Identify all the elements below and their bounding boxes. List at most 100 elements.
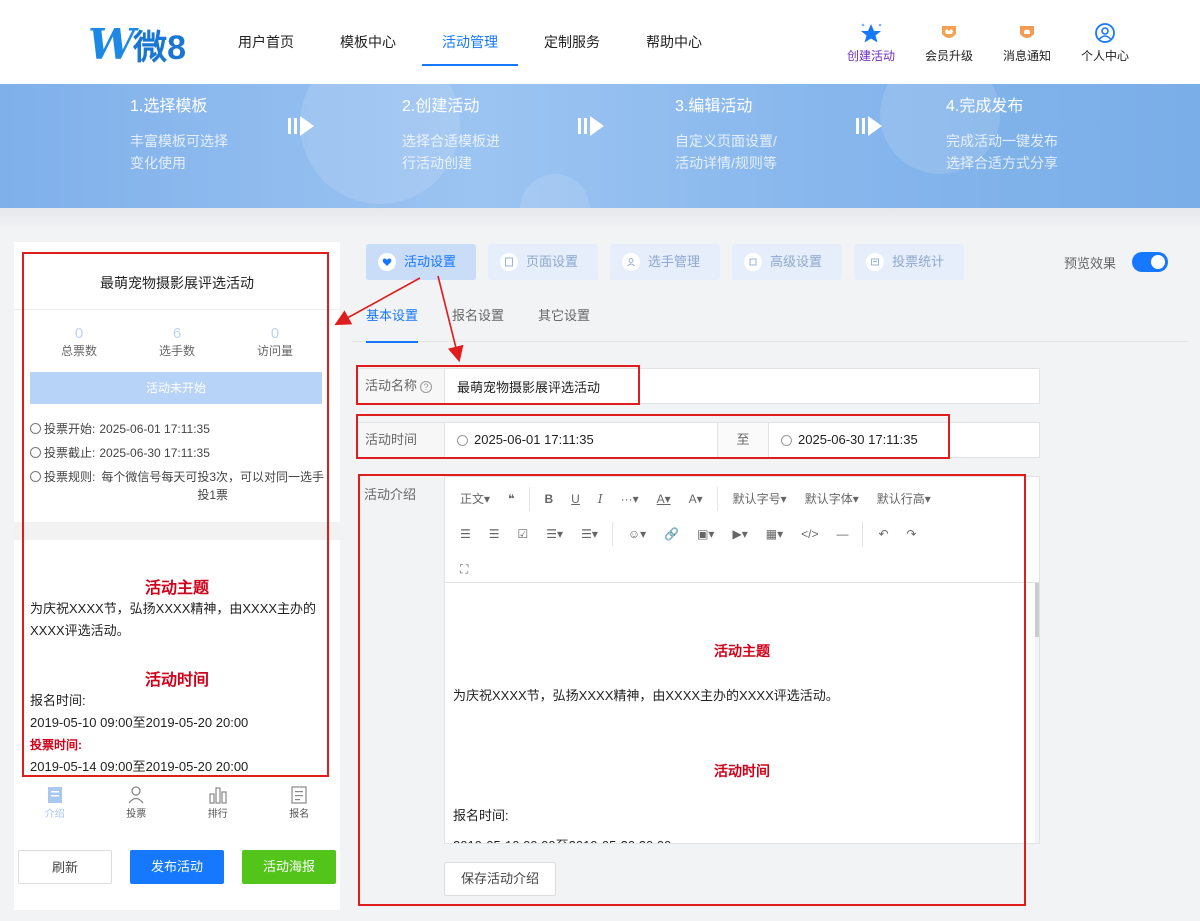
table-button[interactable]: ▦▾ [757,522,792,546]
heart-icon [378,253,396,271]
stat-label: 访问量 [256,344,293,358]
stat-value: 6 [172,325,182,342]
notifications-button[interactable]: 消息通知 [988,22,1066,64]
fullscreen-button[interactable]: ⛶ [451,557,477,581]
activity-name-input[interactable] [457,375,1017,397]
divider [14,522,340,540]
start-time-input[interactable]: 2025-06-01 17:11:35 [457,423,594,457]
divider-button[interactable]: — [827,521,864,546]
editor-content[interactable]: 活动主题 为庆祝XXXX节，弘扬XXXX精神，由XXXX主办的XXXX评选活动。… [445,583,1039,843]
paragraph-format-button[interactable]: 正文▾ [451,487,499,511]
tab-vote[interactable]: 投票 [106,782,166,828]
tab-signup[interactable]: 报名 [269,782,329,828]
logo-text: 微8 [133,28,187,67]
tab-vote-stats[interactable]: 投票统计 [854,244,965,280]
font-color-button[interactable]: A▾ [648,487,680,511]
editor-signup-time: 2019-05-10 09:00至2019-05-20 20:00 [453,835,671,843]
nav-templates[interactable]: 模板中心 [320,0,416,84]
step-desc-1: 丰富模板可选择 [130,133,228,149]
arrow-right-icon [578,116,604,136]
status-banner: 活动未开始 [30,372,322,404]
tab-activity-settings[interactable]: 活动设置 [366,244,477,280]
tab-rank[interactable]: 排行 [188,782,248,828]
preview-toggle[interactable] [1132,252,1168,272]
stat-visits: 0 访问量 [226,326,324,360]
doc-icon [25,785,85,805]
numbered-list-button[interactable]: ☰ [480,522,509,546]
editor-scrollbar[interactable] [1035,583,1039,843]
personal-center-label: 个人中心 [1080,49,1129,63]
todo-button[interactable]: ☑ [509,522,538,546]
step-3: 3.编辑活动 自定义页面设置/ 活动详情/规则等 [675,92,777,174]
editor-theme-text: 为庆祝XXXX节，弘扬XXXX精神，由XXXX主办的XXXX评选活动。 [453,688,839,703]
subtab-other[interactable]: 其它设置 [538,290,590,342]
settings-icon [744,253,763,271]
quote-button[interactable]: ❝ [499,486,530,511]
preview-label: 预览效果 [1063,255,1116,271]
end-time-value: 2025-06-30 17:11:35 [798,432,918,447]
tab-advanced-settings[interactable]: 高级设置 [732,244,843,280]
theme-text: 为庆祝XXXX节，弘扬XXXX精神，由XXXX主办的XXXX评选活动。 [30,601,317,638]
publish-button[interactable]: 发布活动 [130,850,224,884]
end-time-input[interactable]: 2025-06-30 17:11:35 [781,423,918,457]
member-upgrade-button[interactable]: 会员升级 [910,22,988,64]
personal-center-button[interactable]: 个人中心 [1066,22,1144,64]
underline-button[interactable]: U [562,487,589,511]
font-size-select[interactable]: 默认字号▾ [724,487,796,511]
bold-button[interactable]: B [536,487,563,511]
link-button[interactable]: 🔗 [655,522,688,546]
emoji-button[interactable]: ☺▾ [619,522,655,546]
help-icon[interactable]: ? [420,381,433,393]
refresh-button[interactable]: 刷新 [18,850,112,884]
more-button[interactable]: ···▾ [612,487,648,511]
editor-toolbar: 正文▾ ❝ B U I ···▾ A▾ A▾ 默认字号▾ 默认字体▾ 默认行高▾… [445,477,1039,583]
italic-button[interactable]: I [589,487,612,511]
activity-intro-row: 活动介绍 正文▾ ❝ B U I ···▾ A▾ A▾ 默认字号▾ 默认字体▾ … [356,476,1040,896]
redo-button[interactable]: ↷ [898,522,926,546]
video-button[interactable]: ▶▾ [723,522,756,546]
vote-start-value: 2025-06-01 17:11:35 [99,422,210,436]
nav-activity-manage[interactable]: 活动管理 [422,0,518,84]
logo[interactable]: W 微8 [88,20,187,69]
step-4: 4.完成发布 完成活动一键发布 选择合适方式分享 [946,92,1058,174]
step-1: 1.选择模板 丰富模板可选择 变化使用 [130,92,228,174]
banner-shadow [0,208,1200,228]
poster-button[interactable]: 活动海报 [242,850,336,884]
top-header: W 微8 用户首页 模板中心 活动管理 定制服务 帮助中心 创建活动 会员升级 … [0,0,1200,84]
editor-time-heading: 活动时间 [714,763,770,779]
phone-preview[interactable]: 最萌宠物摄影展评选活动 0 总票数 6 选手数 0 访问量 活动未开始 投票开始… [14,242,340,782]
main-nav: 用户首页 模板中心 活动管理 定制服务 帮助中心 [218,0,728,84]
tab-page-settings[interactable]: 页面设置 [488,244,599,280]
phone-tabbar: 介绍 投票 排行 报名 [14,782,340,828]
bullet-list-button[interactable]: ☰ [451,522,480,546]
create-activity-button[interactable]: 创建活动 [832,22,910,64]
preview-panel: 最萌宠物摄影展评选活动 0 总票数 6 选手数 0 访问量 活动未开始 投票开始… [14,242,340,910]
line-height-select[interactable]: 默认行高▾ [868,487,940,511]
vote-rule-row: 投票规则: 每个微信号每天可投3次，可以对同一选手投1票 [30,468,326,504]
nav-home[interactable]: 用户首页 [218,0,314,84]
background-color-button[interactable]: A▾ [680,486,718,511]
subtab-basic[interactable]: 基本设置 [366,290,419,343]
tab-contestant-manage[interactable]: 选手管理 [610,244,721,280]
align-button[interactable]: ☰▾ [537,522,572,546]
person-icon [622,253,641,271]
tab-label: 高级设置 [770,254,823,269]
indent-button[interactable]: ☰▾ [572,521,613,546]
save-intro-button[interactable]: 保存活动介绍 [444,862,557,896]
subtab-signup[interactable]: 报名设置 [452,290,504,342]
image-button[interactable]: ▣▾ [688,522,723,546]
nav-help[interactable]: 帮助中心 [626,0,722,84]
tab-intro[interactable]: 介绍 [25,782,85,828]
action-buttons: 刷新 发布活动 活动海报 [18,850,354,884]
tab-label: 排行 [207,809,228,820]
steps-banner: 1.选择模板 丰富模板可选择 变化使用 2.创建活动 选择合适模板进 行活动创建… [0,84,1200,208]
step-desc-1: 自定义页面设置/ [675,133,777,149]
undo-button[interactable]: ↶ [869,522,897,546]
bell-badge-icon [988,22,1066,44]
font-family-select[interactable]: 默认字体▾ [796,487,868,511]
tab-label: 页面设置 [526,254,579,269]
step-title: 2.创建活动 [402,98,480,115]
code-button[interactable]: </> [792,522,827,546]
nav-custom-service[interactable]: 定制服务 [524,0,620,84]
rich-text-editor[interactable]: 正文▾ ❝ B U I ···▾ A▾ A▾ 默认字号▾ 默认字体▾ 默认行高▾… [444,476,1040,844]
